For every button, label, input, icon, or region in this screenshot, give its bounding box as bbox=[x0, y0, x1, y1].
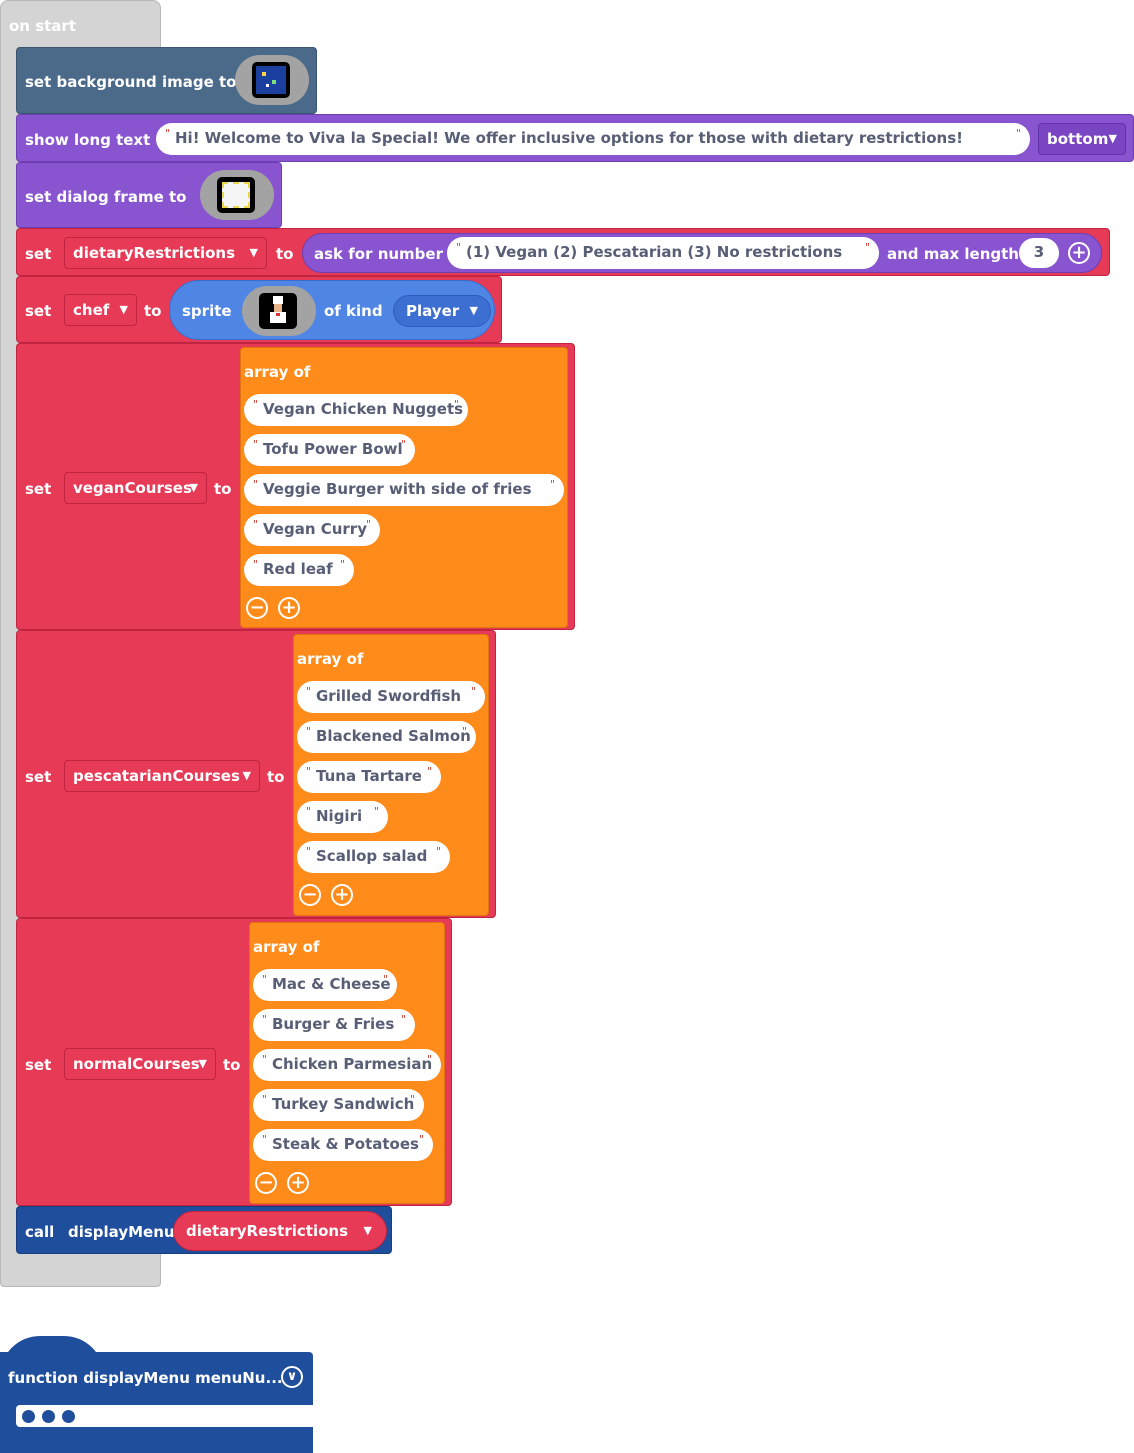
array-of-label: array of bbox=[244, 363, 311, 381]
set-chef-block[interactable]: set chef ▼ to sprite of kind Player ▼ bbox=[16, 276, 502, 343]
sprite-picker[interactable] bbox=[242, 286, 316, 336]
max-length-label: and max length bbox=[887, 245, 1019, 263]
list-item[interactable]: " Chicken Parmesian " bbox=[253, 1049, 441, 1081]
max-length-input[interactable]: 3 bbox=[1019, 238, 1059, 268]
position-dropdown[interactable]: bottom ▼ bbox=[1038, 123, 1126, 155]
remove-icon[interactable]: − bbox=[299, 884, 321, 906]
sprite-of-kind-block[interactable]: sprite of kind Player ▼ bbox=[169, 280, 495, 340]
list-item[interactable]: " Grilled Swordfish " bbox=[297, 681, 485, 713]
list-item[interactable]: " Vegan Curry " bbox=[244, 514, 380, 546]
list-item[interactable]: " Burger & Fries " bbox=[253, 1009, 415, 1041]
array-of-label: array of bbox=[253, 938, 320, 956]
kind-dropdown[interactable]: Player ▼ bbox=[393, 295, 491, 327]
add-icon[interactable]: + bbox=[331, 884, 353, 906]
array-of-block[interactable]: array of " Vegan Chicken Nuggets " " Tofu P… bbox=[240, 347, 568, 628]
expand-chevron-icon[interactable]: ∨ bbox=[281, 1366, 303, 1388]
set-label: set bbox=[25, 302, 52, 320]
list-item[interactable]: " Vegan Chicken Nuggets " bbox=[244, 394, 468, 426]
function-label: function displayMenu menuNu... bbox=[8, 1369, 283, 1387]
argument-dropdown[interactable]: dietaryRestrictions ▼ bbox=[173, 1211, 387, 1251]
add-icon[interactable]: + bbox=[287, 1172, 309, 1194]
block-label: show long text bbox=[25, 131, 151, 149]
list-item[interactable]: " Nigiri " bbox=[297, 801, 388, 833]
chevron-down-icon: ▼ bbox=[119, 303, 128, 316]
list-item[interactable]: " Veggie Burger with side of fries " bbox=[244, 474, 564, 506]
add-icon[interactable]: + bbox=[1068, 242, 1090, 264]
list-item[interactable]: " Tofu Power Bowl " bbox=[244, 434, 415, 466]
variable-dropdown[interactable]: normalCourses ▼ bbox=[64, 1048, 216, 1080]
remove-icon[interactable]: − bbox=[255, 1172, 277, 1194]
set-label: set bbox=[25, 768, 52, 786]
call-label: call bbox=[25, 1223, 55, 1241]
block-label: set dialog frame to bbox=[25, 188, 187, 206]
function-body-slot[interactable] bbox=[16, 1405, 313, 1427]
show-long-text-block[interactable]: show long text " Hi! Welcome to Viva la S… bbox=[16, 114, 1134, 162]
array-of-label: array of bbox=[297, 650, 364, 668]
list-item[interactable]: " Turkey Sandwich " bbox=[253, 1089, 424, 1121]
chevron-down-icon: ▼ bbox=[242, 769, 251, 782]
add-icon[interactable]: + bbox=[278, 597, 300, 619]
frame-picker[interactable] bbox=[200, 170, 274, 220]
list-item[interactable]: " Steak & Potatoes " bbox=[253, 1129, 433, 1161]
set-label: set bbox=[25, 245, 52, 263]
to-label: to bbox=[144, 302, 162, 320]
chevron-down-icon: ▼ bbox=[363, 1224, 372, 1237]
list-item[interactable]: " Mac & Cheese " bbox=[253, 969, 397, 1001]
list-item[interactable]: " Scallop salad " bbox=[297, 841, 450, 873]
variable-dropdown[interactable]: dietaryRestrictions ▼ bbox=[64, 237, 267, 269]
set-pescatarian-courses-block[interactable]: set pescatarianCourses ▼ to array of " Gri… bbox=[16, 630, 496, 918]
chevron-down-icon: ▼ bbox=[198, 1057, 207, 1070]
on-start-label: on start bbox=[9, 17, 76, 35]
function-display-menu-block[interactable]: function displayMenu menuNu... ∨ bbox=[0, 1352, 313, 1453]
chevron-down-icon: ▼ bbox=[469, 304, 478, 317]
set-dietary-block[interactable]: set dietaryRestrictions ▼ to ask for numb… bbox=[16, 228, 1110, 276]
dialog-frame-icon bbox=[217, 177, 255, 213]
chevron-down-icon: ▼ bbox=[189, 481, 198, 494]
remove-icon[interactable]: − bbox=[246, 597, 268, 619]
to-label: to bbox=[223, 1056, 241, 1074]
array-of-block[interactable]: array of " Mac & Cheese " " Burger & Fries "… bbox=[249, 922, 445, 1204]
of-kind-label: of kind bbox=[324, 302, 383, 320]
galaxy-image-icon bbox=[252, 62, 290, 98]
sprite-label: sprite bbox=[182, 302, 232, 320]
set-vegan-courses-block[interactable]: set veganCourses ▼ to array of " Vegan Chi… bbox=[16, 343, 575, 630]
list-item[interactable]: " Red leaf " bbox=[244, 554, 354, 586]
to-label: to bbox=[276, 245, 294, 263]
variable-dropdown[interactable]: chef ▼ bbox=[64, 294, 137, 326]
set-background-image-block[interactable]: set background image to bbox=[16, 47, 317, 114]
function-name-label: displayMenu bbox=[68, 1223, 175, 1241]
ask-label: ask for number bbox=[314, 245, 443, 263]
long-text-input[interactable]: " Hi! Welcome to Viva la Special! We offe… bbox=[156, 123, 1030, 155]
array-of-block[interactable]: array of " Grilled Swordfish " " Blackened … bbox=[293, 634, 489, 916]
variable-dropdown[interactable]: pescatarianCourses ▼ bbox=[64, 760, 260, 792]
set-label: set bbox=[25, 480, 52, 498]
prompt-input[interactable]: " (1) Vegan (2) Pescatarian (3) No restri… bbox=[447, 237, 879, 269]
block-label: set background image to bbox=[25, 73, 237, 91]
chef-sprite-icon bbox=[259, 293, 297, 329]
call-display-menu-block[interactable]: call displayMenu dietaryRestrictions ▼ bbox=[16, 1206, 392, 1254]
to-label: to bbox=[214, 480, 232, 498]
variable-dropdown[interactable]: veganCourses ▼ bbox=[64, 472, 207, 504]
chevron-down-icon: ▼ bbox=[249, 246, 258, 259]
set-normal-courses-block[interactable]: set normalCourses ▼ to array of " Mac & Ch… bbox=[16, 918, 452, 1206]
image-picker[interactable] bbox=[235, 55, 309, 105]
set-dialog-frame-block[interactable]: set dialog frame to bbox=[16, 162, 282, 228]
ask-for-number-block[interactable]: ask for number " (1) Vegan (2) Pescataria… bbox=[302, 233, 1102, 273]
ellipsis-icon bbox=[22, 1410, 84, 1424]
list-item[interactable]: " Tuna Tartare " bbox=[297, 761, 441, 793]
set-label: set bbox=[25, 1056, 52, 1074]
chevron-down-icon: ▼ bbox=[1108, 132, 1117, 145]
list-item[interactable]: " Blackened Salmon " bbox=[297, 721, 476, 753]
to-label: to bbox=[267, 768, 285, 786]
